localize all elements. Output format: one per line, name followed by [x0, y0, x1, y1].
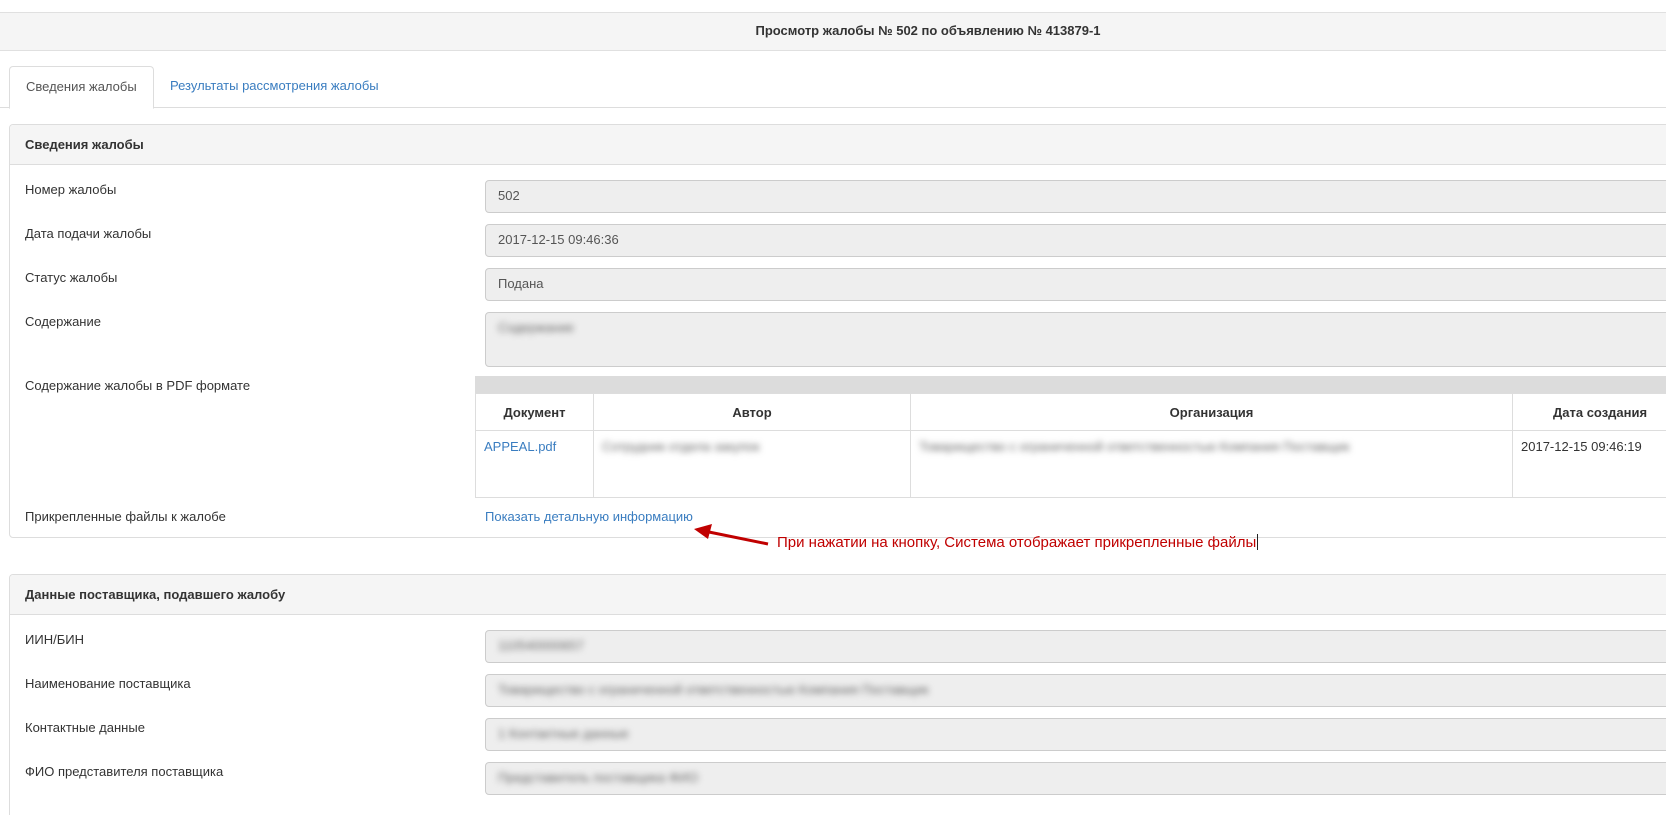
column-header-created: Дата создания: [1512, 393, 1666, 431]
annotation-arrow-icon: [694, 524, 769, 546]
organization-cell: Товарищество с ограниченной ответственно…: [910, 430, 1513, 498]
column-header-organization: Организация: [910, 393, 1513, 431]
complaint-date-field: 2017-12-15 09:46:36: [485, 224, 1666, 257]
iin-label: ИИН/БИН: [25, 632, 84, 647]
complaint-status-field: Подана: [485, 268, 1666, 301]
complaint-content-field: Содержание: [485, 312, 1666, 367]
created-cell: 2017-12-15 09:46:19: [1512, 430, 1666, 498]
supplier-panel: Данные поставщика, подавшего жалобу ИИН/…: [9, 574, 1666, 815]
supplier-name-label: Наименование поставщика: [25, 676, 191, 691]
supplier-name-value: Товарищество с ограниченной ответственно…: [498, 682, 929, 697]
organization-value: Товарищество с ограниченной ответственно…: [919, 439, 1350, 454]
document-cell: APPEAL.pdf: [475, 430, 594, 498]
column-header-author: Автор: [593, 393, 911, 431]
iin-field: 110540000657: [485, 630, 1666, 663]
pdf-table-container: Документ Автор Организация Дата создания…: [475, 376, 1666, 498]
contacts-value: 1 Контактные данные: [498, 726, 629, 741]
text-cursor: [1257, 534, 1259, 550]
contacts-label: Контактные данные: [25, 720, 145, 735]
supplier-panel-heading: Данные поставщика, подавшего жалобу: [10, 575, 1666, 615]
complaint-number-label: Номер жалобы: [25, 182, 117, 197]
complaint-panel-heading: Сведения жалобы: [10, 125, 1666, 165]
page-title: Просмотр жалобы № 502 по объявлению № 41…: [755, 23, 1101, 38]
tab-complaint-info[interactable]: Сведения жалобы: [9, 66, 154, 109]
appeal-pdf-link[interactable]: APPEAL.pdf: [484, 439, 556, 454]
page-header: Просмотр жалобы № 502 по объявлению № 41…: [0, 12, 1666, 51]
show-details-link[interactable]: Показать детальную информацию: [485, 509, 693, 524]
author-cell: Сотрудник отдела закупок: [593, 430, 911, 498]
tabs-bar: Сведения жалобы Результаты рассмотрения …: [0, 66, 1666, 109]
attachments-label: Прикрепленные файлы к жалобе: [25, 509, 226, 524]
tab-review-results[interactable]: Результаты рассмотрения жалобы: [154, 66, 395, 108]
pdf-table-header-row: Документ Автор Организация Дата создания: [475, 393, 1666, 431]
complaint-status-label: Статус жалобы: [25, 270, 118, 285]
iin-value: 110540000657: [498, 638, 584, 653]
supplier-name-field: Товарищество с ограниченной ответственно…: [485, 674, 1666, 707]
complaint-date-label: Дата подачи жалобы: [25, 226, 152, 241]
annotation-label: При нажатии на кнопку, Система отображае…: [777, 534, 1257, 551]
complaint-content-label: Содержание: [25, 314, 101, 329]
representative-label: ФИО представителя поставщика: [25, 764, 224, 779]
pdf-table: Документ Автор Организация Дата создания…: [475, 393, 1666, 498]
complaint-number-field: 502: [485, 180, 1666, 213]
representative-value: Представитель поставщика ФИО: [498, 770, 699, 785]
representative-field: Представитель поставщика ФИО: [485, 762, 1666, 795]
column-header-document: Документ: [475, 393, 594, 431]
author-value: Сотрудник отдела закупок: [602, 439, 760, 454]
page: Просмотр жалобы № 502 по объявлению № 41…: [0, 0, 1666, 815]
pdf-content-label: Содержание жалобы в PDF формате: [25, 378, 251, 393]
complaint-content-value: Содержание: [498, 320, 574, 335]
pdf-table-header-bar: [475, 376, 1666, 393]
annotation-text: При нажатии на кнопку, Система отображае…: [777, 534, 1259, 551]
contacts-field: 1 Контактные данные: [485, 718, 1666, 751]
table-row: APPEAL.pdf Сотрудник отдела закупок Това…: [475, 430, 1666, 498]
